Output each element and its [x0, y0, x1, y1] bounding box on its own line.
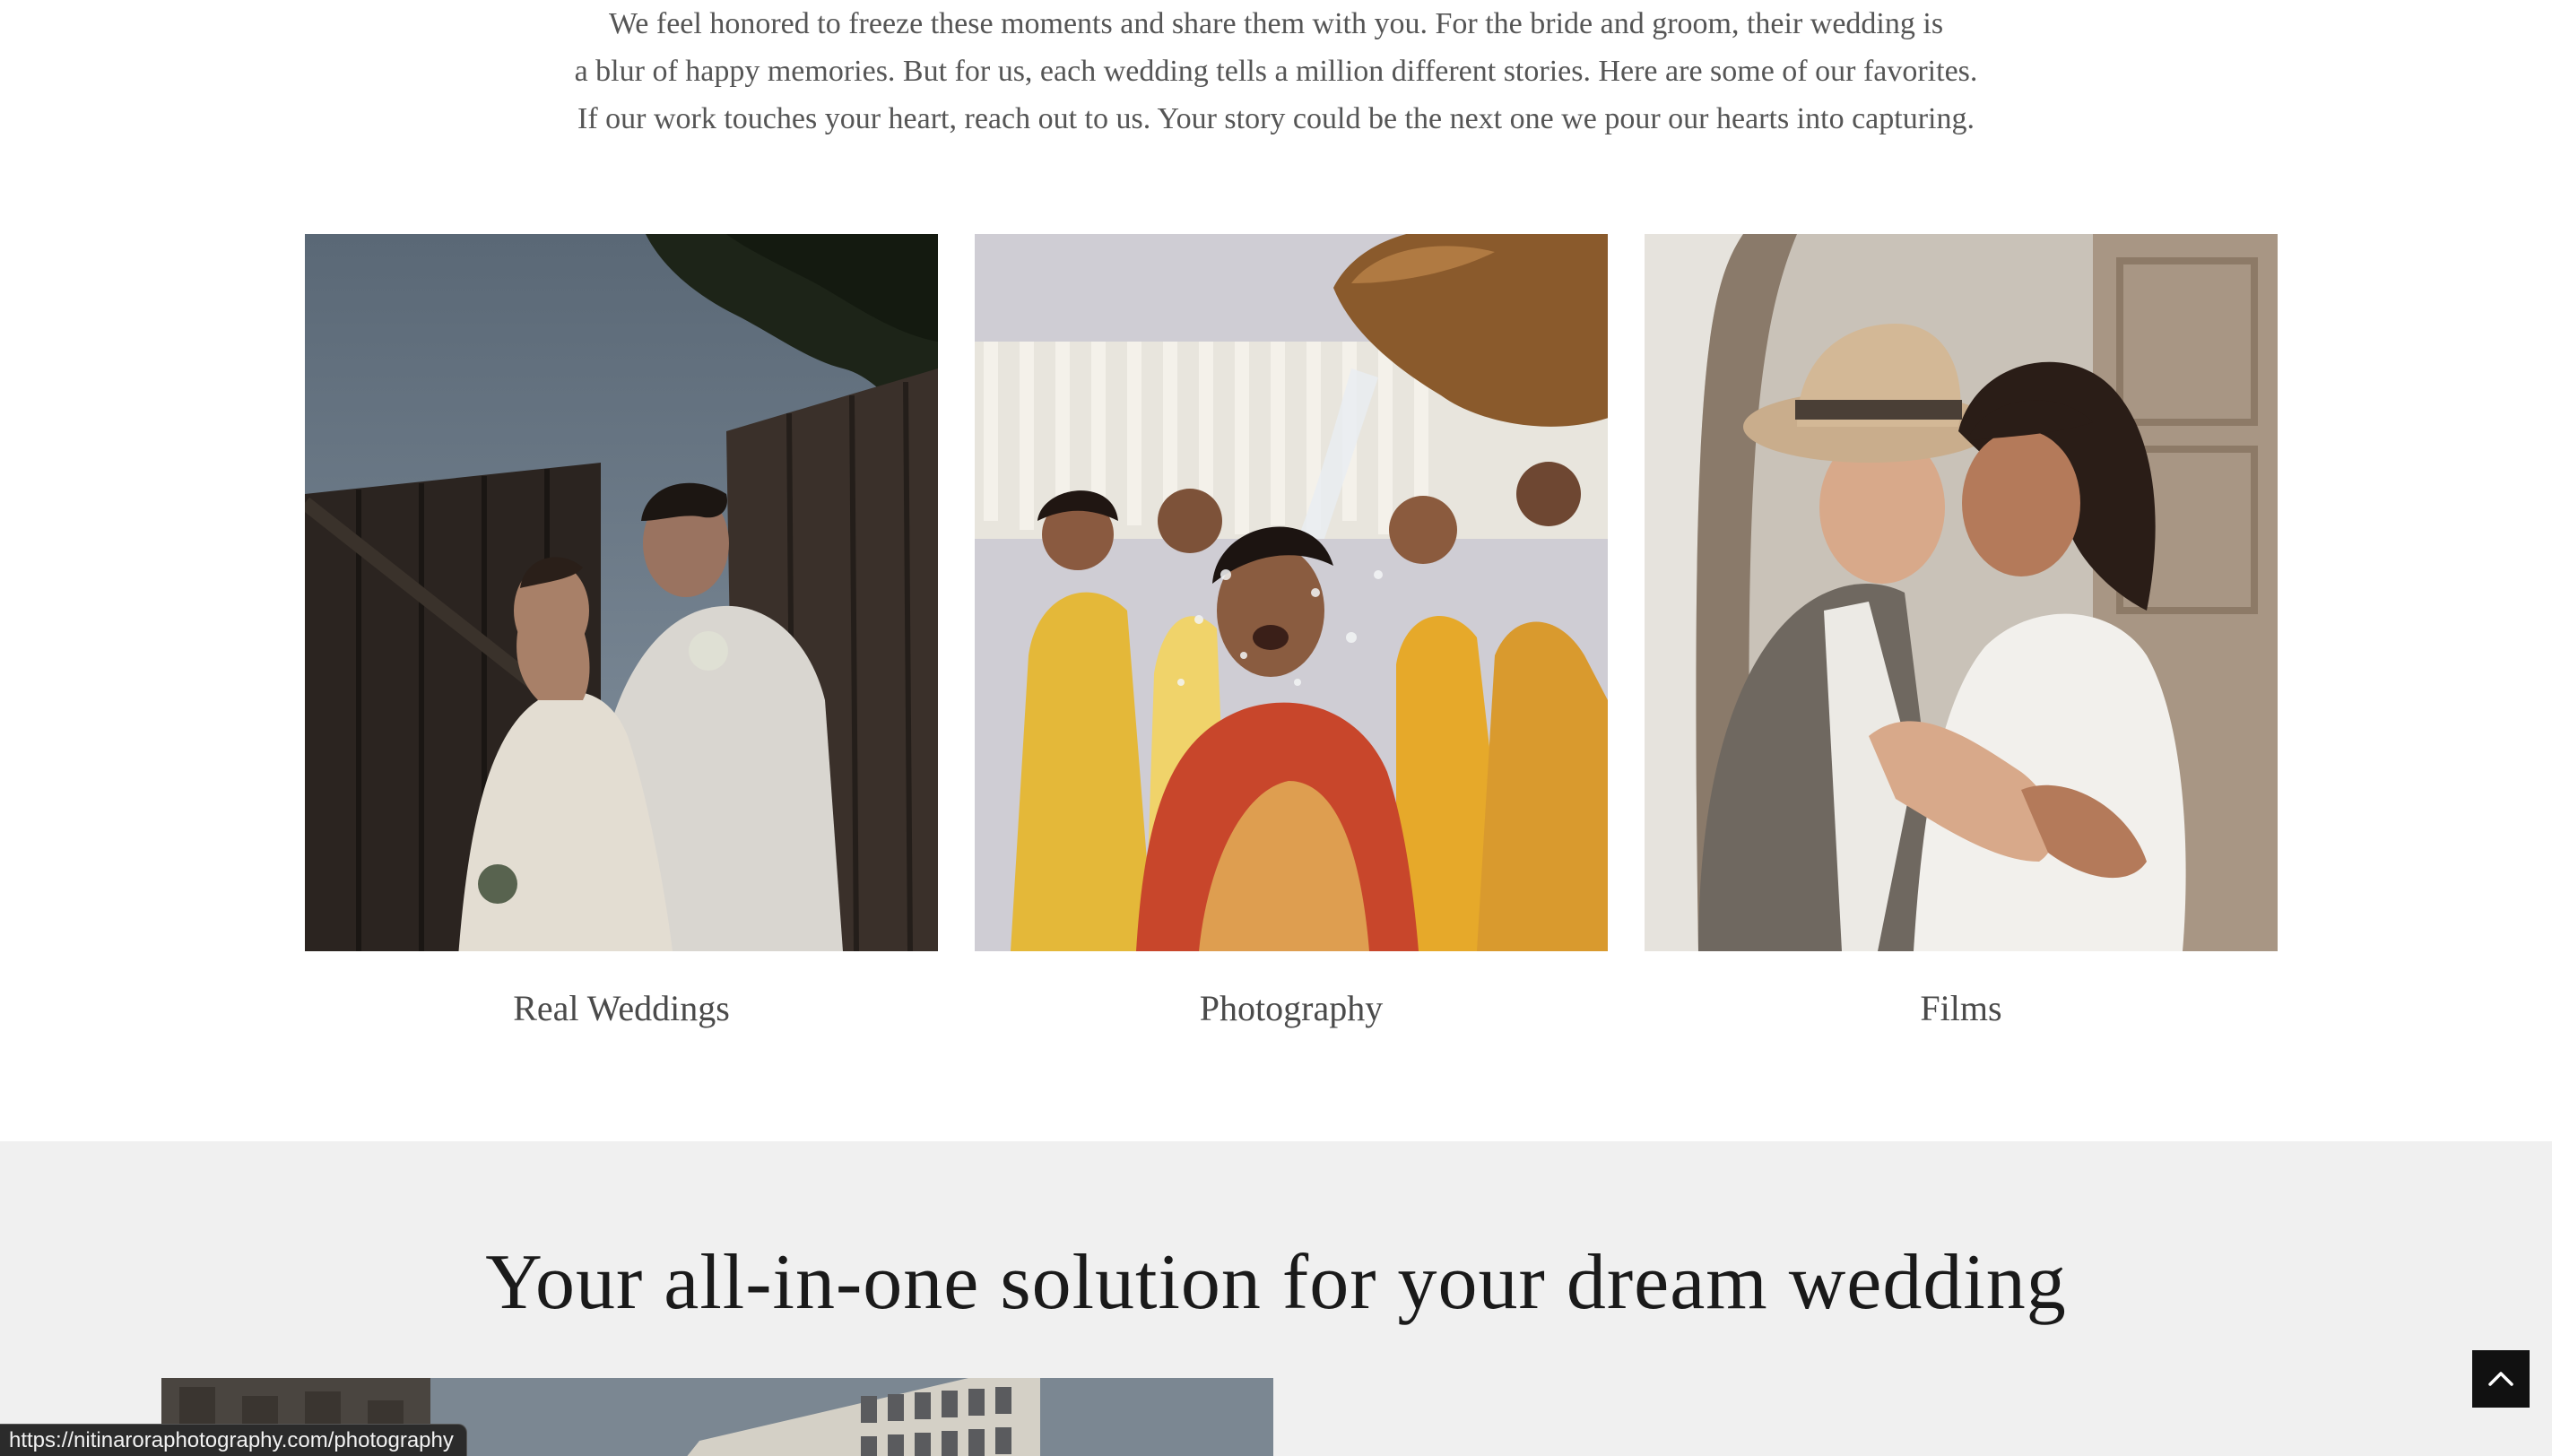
status-bar-url: https://nitinaroraphotography.com/photog… — [0, 1424, 467, 1456]
couple-embrace-image — [1645, 234, 2278, 951]
real-weddings-link[interactable]: Real Weddings — [305, 987, 938, 1029]
intro-line-1: We feel honored to freeze these moments … — [608, 7, 1944, 40]
intro-line-3: If our work touches your heart, reach ou… — [577, 102, 1975, 135]
photography-photo[interactable] — [975, 234, 1608, 951]
photography-link[interactable]: Photography — [975, 987, 1608, 1029]
gallery-card-real-weddings: Real Weddings — [305, 234, 938, 1029]
real-weddings-photo[interactable] — [305, 234, 938, 951]
gallery-card-films: Films — [1645, 234, 2278, 1029]
chevron-up-icon — [2488, 1372, 2513, 1386]
couple-barn-door-image — [305, 234, 938, 951]
services-heading: Your all-in-one solution for your dream … — [485, 1239, 2067, 1326]
services-section: Your all-in-one solution for your dream … — [0, 1141, 2552, 1456]
intro-text: We feel honored to freeze these moments … — [0, 0, 2552, 143]
gallery-card-photography: Photography — [975, 234, 1608, 1029]
intro-line-2: a blur of happy memories. But for us, ea… — [574, 55, 1978, 88]
back-to-top-button[interactable] — [2472, 1350, 2530, 1408]
films-photo[interactable] — [1645, 234, 2278, 951]
films-link[interactable]: Films — [1645, 987, 2278, 1029]
page: We feel honored to freeze these moments … — [0, 0, 2552, 1456]
haldi-ceremony-image — [975, 234, 1608, 951]
